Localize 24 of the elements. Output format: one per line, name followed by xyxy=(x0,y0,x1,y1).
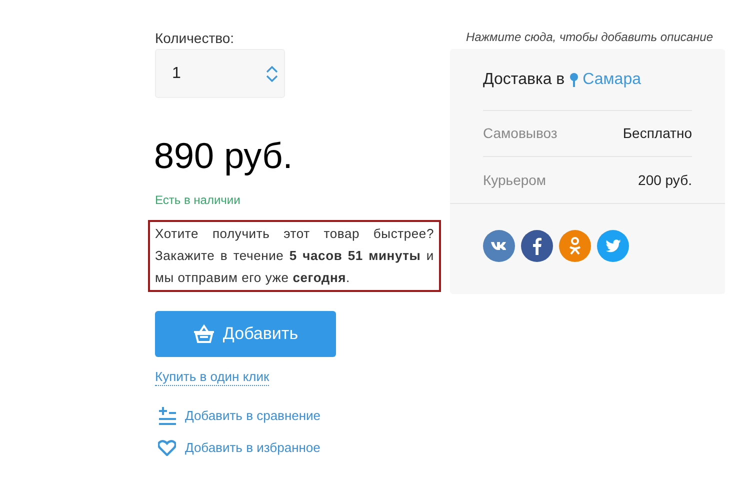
heart-icon xyxy=(158,440,176,456)
delivery-method: Самовывоз xyxy=(483,124,558,143)
quantity-field[interactable]: 1 xyxy=(155,49,285,98)
promo-text: Хотите получить этот товар быстрее? Закажите в течение 5 часов 51 минуты и мы отправим его уже сегодня. xyxy=(155,225,434,287)
quantity-label: Количество: xyxy=(155,29,236,48)
city-link[interactable]: Самара xyxy=(582,68,641,92)
description-hint[interactable]: Нажмите сюда, чтобы добавить описание xyxy=(466,28,713,46)
delivery-method: Курьером xyxy=(483,170,546,190)
buy-one-click-link[interactable]: Купить в один клик xyxy=(155,369,270,386)
basket-icon xyxy=(192,324,215,344)
bird-icon[interactable] xyxy=(597,230,629,262)
location-pin-icon xyxy=(570,72,578,86)
add-to-compare-link[interactable]: Добавить в сравнение xyxy=(185,406,321,426)
add-to-favorites-link[interactable]: Добавить в избранное xyxy=(185,438,320,458)
facebook-icon[interactable] xyxy=(521,230,553,262)
delivery-title: Доставка в xyxy=(483,70,565,90)
vk-icon[interactable] xyxy=(483,230,515,262)
delivery-cost: Бесплатно xyxy=(622,124,692,143)
price: 890 руб. xyxy=(154,136,294,176)
stock-status: Есть в наличии xyxy=(155,192,242,208)
odnoklassniki-icon[interactable] xyxy=(559,230,591,262)
add-list-icon xyxy=(158,407,176,425)
add-to-cart-button[interactable]: Добавить xyxy=(155,311,336,357)
delivery-cost: 200 руб. xyxy=(638,170,692,190)
